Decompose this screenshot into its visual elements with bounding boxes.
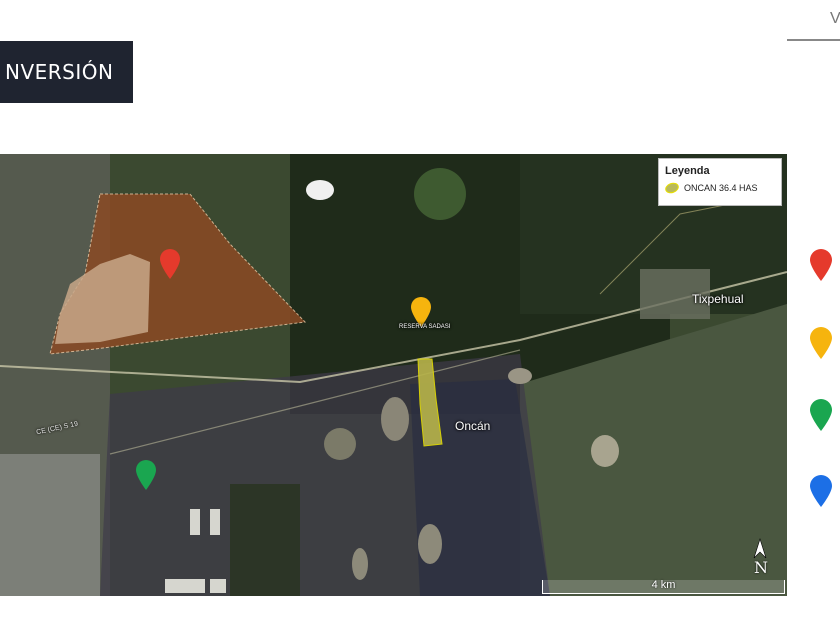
north-arrow: N — [750, 538, 770, 578]
legend-entry: ONCAN 36.4 HAS — [663, 180, 775, 196]
label-oncan: Oncán — [455, 419, 491, 433]
side-red-marker-icon — [810, 249, 832, 281]
north-label: N — [754, 558, 768, 577]
section-title: NVERSIÓN — [0, 41, 133, 103]
side-blue-marker-icon — [810, 475, 832, 507]
map-imagery — [0, 154, 787, 596]
side-yellow-marker-icon — [810, 327, 832, 359]
top-right-fragment: V — [830, 10, 840, 27]
side-green-marker-icon — [810, 399, 832, 431]
legend-title: Leyenda — [665, 165, 710, 177]
red-marker-icon[interactable] — [158, 248, 182, 280]
label-reserva: RESERVA SADASI — [399, 324, 451, 330]
satellite-map[interactable] — [0, 154, 787, 596]
section-title-text: NVERSIÓN — [5, 60, 114, 84]
green-marker-icon[interactable] — [134, 459, 158, 491]
scale-label: 4 km — [651, 579, 676, 591]
label-tixpehual: Tixpehual — [692, 292, 744, 306]
legend-entry-label: ONCAN 36.4 HAS — [684, 183, 758, 193]
top-right-divider — [787, 39, 840, 41]
map-legend: Leyenda ONCAN 36.4 HAS — [658, 158, 782, 206]
legend-swatch-icon — [663, 180, 681, 196]
north-arrow-icon — [753, 538, 767, 559]
scale-bar: 4 km — [542, 579, 785, 594]
